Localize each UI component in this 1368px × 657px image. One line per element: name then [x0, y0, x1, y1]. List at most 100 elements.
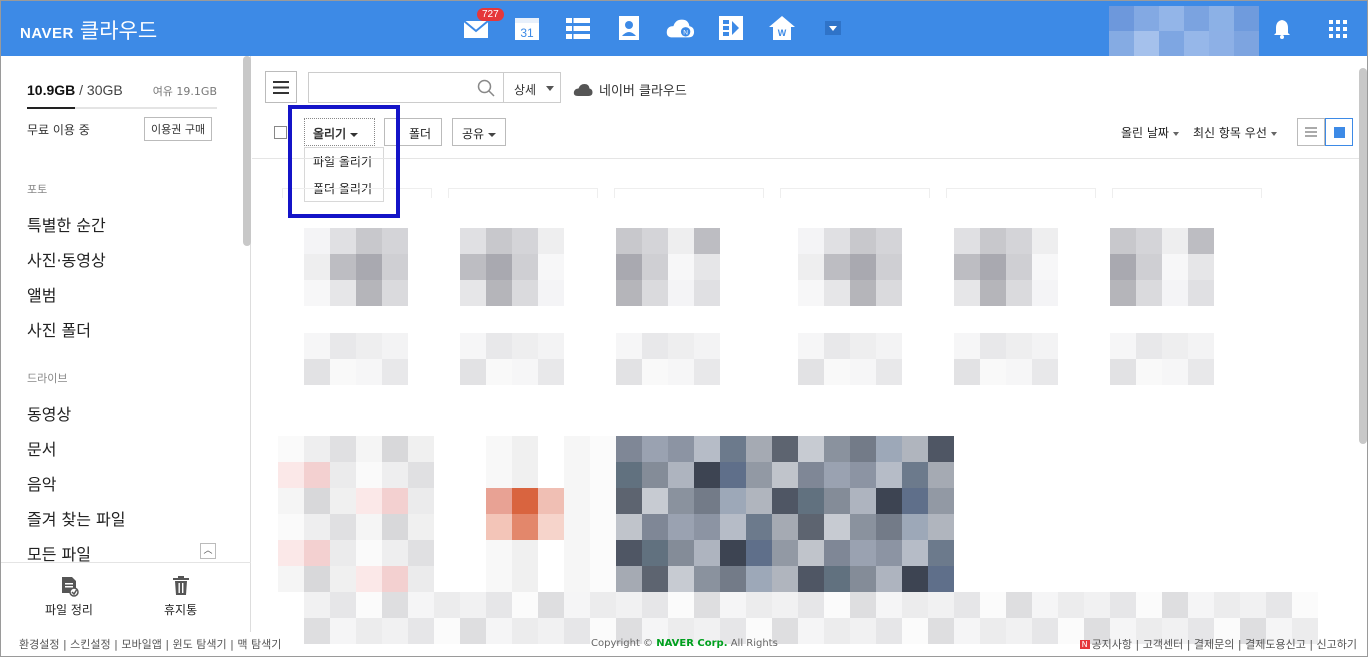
apps-grid-icon[interactable] — [1328, 19, 1348, 39]
contacts-app-button[interactable] — [614, 13, 644, 43]
list-view-button[interactable] — [1297, 118, 1325, 146]
pixel — [1058, 592, 1084, 618]
naver-cloud-logo[interactable]: NAVER 클라우드 — [20, 15, 157, 45]
pixel — [382, 592, 408, 618]
pixel — [980, 592, 1006, 618]
pixel — [512, 592, 538, 618]
search-icon[interactable] — [477, 79, 495, 97]
footer-links-left[interactable]: 환경설정 | 스킨설정 | 모바일앱 | 윈도 탐색기 | 맥 탐색기 — [19, 636, 281, 652]
menu-toggle-button[interactable] — [265, 71, 297, 103]
copyright-brand: NAVER Corp. — [656, 638, 728, 649]
thumbnail-item[interactable] — [954, 228, 1058, 306]
thumbnail-item[interactable] — [304, 333, 408, 385]
pixel — [720, 462, 746, 488]
pixel — [798, 488, 824, 514]
select-all-checkbox[interactable] — [274, 126, 287, 139]
thumbnail-item[interactable] — [460, 333, 564, 385]
svg-text:N: N — [683, 30, 688, 37]
sidebar-item-documents[interactable]: 문서 — [27, 436, 56, 460]
pixel — [1032, 333, 1058, 359]
pixel — [694, 566, 720, 592]
pixel — [408, 566, 434, 592]
pixel — [642, 359, 668, 385]
pixel — [642, 280, 668, 306]
pixel — [694, 488, 720, 514]
thumbnail-item[interactable] — [616, 436, 954, 592]
grid-view-button[interactable] — [1325, 118, 1353, 146]
footer-links-right[interactable]: N 공지사항 | 고객센터 | 결제문의 | 결제도용신고 | 신고하기 — [1079, 636, 1357, 652]
pixel — [694, 280, 720, 306]
pixel — [798, 333, 824, 359]
bell-icon[interactable] — [1272, 18, 1292, 40]
sidebar-item-videos[interactable]: 동영상 — [27, 401, 71, 425]
storage-total: 30GB — [86, 82, 123, 98]
pixel — [876, 359, 902, 385]
pixel — [1162, 333, 1188, 359]
pixel — [668, 514, 694, 540]
pixel — [798, 566, 824, 592]
calendar-app-button[interactable]: 31 — [512, 13, 542, 43]
thumbnail-item[interactable] — [616, 228, 720, 306]
file-clean-button[interactable]: 파일 정리 — [45, 575, 93, 618]
buy-plan-button[interactable]: 이용권 구매 — [144, 117, 213, 141]
sort-order-dropdown[interactable]: 최신 항목 우선 — [1193, 124, 1277, 141]
pixel — [876, 436, 902, 462]
mail-app-button[interactable]: 727 — [461, 8, 504, 43]
sidebar-item-special-moments[interactable]: 특별한 순간 — [27, 212, 106, 236]
detail-search-dropdown[interactable]: 상세 — [504, 72, 561, 103]
pixel — [1110, 280, 1136, 306]
pixel — [694, 359, 720, 385]
sidebar-item-albums[interactable]: 앨범 — [27, 282, 56, 306]
pixel — [304, 592, 330, 618]
thumbnail-item[interactable] — [798, 333, 902, 385]
sidebar-scrollbar[interactable] — [243, 56, 251, 246]
sidebar-item-favorites[interactable]: 즐겨 찾는 파일 — [27, 506, 126, 530]
thumbnail-item[interactable] — [486, 488, 564, 540]
more-apps-button[interactable] — [818, 13, 848, 43]
cloud-app-button[interactable]: N — [665, 13, 695, 43]
pixel — [278, 566, 304, 592]
trash-button[interactable]: 휴지통 — [164, 575, 197, 618]
sort-by-date-dropdown[interactable]: 올린 날짜 — [1121, 124, 1179, 141]
pixel — [408, 592, 434, 618]
share-button[interactable]: 공유 — [452, 118, 507, 146]
pixel — [434, 592, 460, 618]
pixel — [486, 228, 512, 254]
pixel — [746, 488, 772, 514]
thumbnail-item[interactable] — [798, 228, 902, 306]
office-app-button[interactable] — [716, 13, 746, 43]
pixel — [538, 514, 564, 540]
thumbnail-item[interactable] — [460, 228, 564, 306]
storage-usage: 10.9GB / 30GB 여유 19.1GB — [27, 80, 217, 109]
pixel — [850, 436, 876, 462]
pixel — [850, 462, 876, 488]
main-scrollbar[interactable] — [1359, 68, 1367, 444]
pixel — [954, 333, 980, 359]
user-profile-area[interactable] — [1109, 6, 1259, 56]
thumbnail-item[interactable] — [304, 228, 408, 306]
thumbnail-item[interactable] — [1110, 333, 1214, 385]
thumbnail-item[interactable] — [616, 333, 720, 385]
grid-view-icon — [1333, 126, 1345, 138]
pixel — [720, 488, 746, 514]
todo-app-button[interactable] — [563, 13, 593, 43]
pixel — [512, 540, 538, 566]
pixel — [824, 592, 850, 618]
pixel — [382, 514, 408, 540]
pixel — [616, 488, 642, 514]
pixel — [746, 514, 772, 540]
thumbnail-item[interactable] — [278, 436, 434, 592]
collapse-up-button[interactable]: ︿ — [200, 543, 216, 559]
sidebar-item-photo-folders[interactable]: 사진 폴더 — [27, 317, 91, 341]
sidebar-item-photos-videos[interactable]: 사진·동영상 — [27, 247, 106, 271]
pixel — [850, 488, 876, 514]
pixel — [304, 254, 330, 280]
thumbnail-item[interactable] — [954, 333, 1058, 385]
pixel — [642, 540, 668, 566]
blog-app-button[interactable]: W — [767, 13, 797, 43]
pixel — [538, 254, 564, 280]
sidebar-item-music[interactable]: 음악 — [27, 471, 56, 495]
search-input[interactable] — [308, 72, 504, 103]
thumbnail-item[interactable] — [1110, 228, 1214, 306]
pixel — [824, 436, 850, 462]
